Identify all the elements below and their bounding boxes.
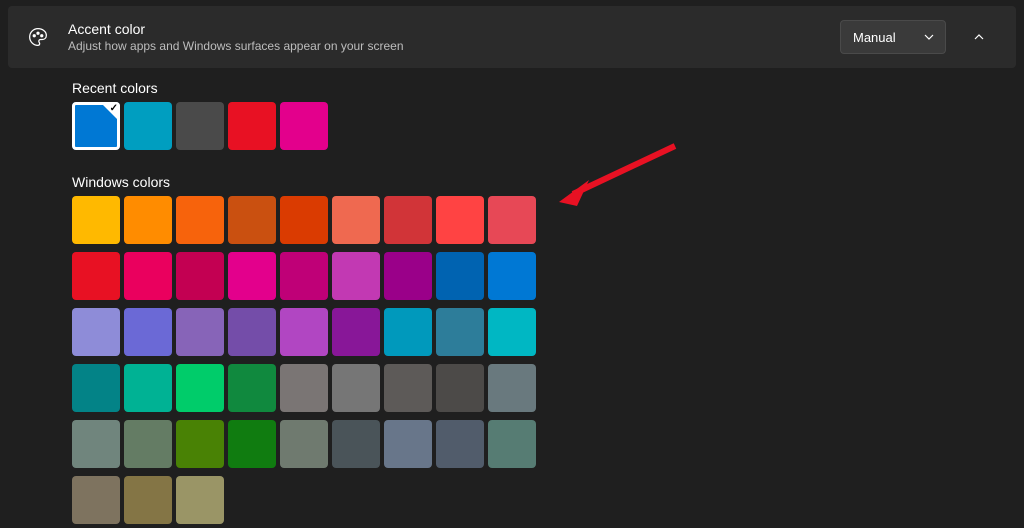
windows-color-swatch[interactable]	[488, 252, 536, 300]
windows-color-swatch[interactable]	[488, 196, 536, 244]
windows-colors-label: Windows colors	[72, 174, 1024, 190]
windows-color-swatch[interactable]	[332, 252, 380, 300]
windows-color-swatch[interactable]	[72, 252, 120, 300]
windows-color-swatch[interactable]	[332, 364, 380, 412]
accent-mode-dropdown[interactable]: Manual	[840, 20, 946, 54]
windows-color-swatch[interactable]	[124, 196, 172, 244]
windows-color-row	[72, 308, 1024, 356]
windows-color-swatch[interactable]	[384, 308, 432, 356]
windows-color-swatch[interactable]	[176, 420, 224, 468]
check-icon: ✓	[110, 103, 118, 114]
windows-color-swatch[interactable]	[488, 420, 536, 468]
dropdown-value: Manual	[853, 30, 896, 45]
recent-colors-row: ✓	[72, 102, 1024, 150]
windows-color-swatch[interactable]	[176, 364, 224, 412]
windows-color-swatch[interactable]	[384, 364, 432, 412]
windows-color-row	[72, 196, 1024, 244]
windows-color-swatch[interactable]	[124, 420, 172, 468]
windows-color-swatch[interactable]	[332, 420, 380, 468]
windows-color-swatch[interactable]	[228, 420, 276, 468]
recent-color-swatch[interactable]	[124, 102, 172, 150]
windows-color-swatch[interactable]	[436, 308, 484, 356]
header-title: Accent color	[68, 20, 840, 38]
windows-color-swatch[interactable]	[124, 364, 172, 412]
windows-color-swatch[interactable]	[228, 364, 276, 412]
windows-color-row	[72, 364, 1024, 412]
windows-color-swatch[interactable]	[72, 420, 120, 468]
windows-color-swatch[interactable]	[384, 420, 432, 468]
windows-color-row	[72, 420, 1024, 468]
windows-color-swatch[interactable]	[176, 476, 224, 524]
windows-color-swatch[interactable]	[72, 308, 120, 356]
windows-color-swatch[interactable]	[436, 196, 484, 244]
windows-color-swatch[interactable]	[384, 196, 432, 244]
windows-color-swatch[interactable]	[280, 364, 328, 412]
windows-color-swatch[interactable]	[228, 196, 276, 244]
windows-color-swatch[interactable]	[124, 308, 172, 356]
windows-color-swatch[interactable]	[488, 308, 536, 356]
accent-color-header[interactable]: Accent color Adjust how apps and Windows…	[8, 6, 1016, 68]
windows-color-swatch[interactable]	[384, 252, 432, 300]
windows-color-row	[72, 252, 1024, 300]
windows-color-swatch[interactable]	[176, 252, 224, 300]
windows-color-swatch[interactable]	[176, 308, 224, 356]
chevron-down-icon	[923, 31, 935, 43]
palette-icon	[26, 25, 50, 49]
recent-color-swatch[interactable]	[280, 102, 328, 150]
header-text: Accent color Adjust how apps and Windows…	[68, 20, 840, 54]
windows-color-row	[72, 476, 1024, 524]
recent-color-swatch[interactable]	[176, 102, 224, 150]
windows-color-swatch[interactable]	[332, 308, 380, 356]
windows-color-swatch[interactable]	[488, 364, 536, 412]
header-description: Adjust how apps and Windows surfaces app…	[68, 38, 840, 54]
windows-color-swatch[interactable]	[72, 476, 120, 524]
windows-color-swatch[interactable]	[280, 308, 328, 356]
chevron-up-icon	[973, 31, 985, 43]
windows-color-swatch[interactable]	[332, 196, 380, 244]
windows-color-swatch[interactable]	[124, 476, 172, 524]
windows-color-swatch[interactable]	[124, 252, 172, 300]
windows-color-swatch[interactable]	[228, 308, 276, 356]
windows-color-swatch[interactable]	[72, 364, 120, 412]
windows-color-swatch[interactable]	[280, 196, 328, 244]
windows-color-swatch[interactable]	[436, 420, 484, 468]
windows-color-swatch[interactable]	[228, 252, 276, 300]
windows-color-swatch[interactable]	[176, 196, 224, 244]
windows-color-swatch[interactable]	[72, 196, 120, 244]
recent-color-swatch[interactable]: ✓	[72, 102, 120, 150]
recent-colors-label: Recent colors	[72, 80, 1024, 96]
windows-color-swatch[interactable]	[436, 252, 484, 300]
recent-color-swatch[interactable]	[228, 102, 276, 150]
windows-colors-grid	[72, 196, 1024, 528]
windows-color-swatch[interactable]	[280, 420, 328, 468]
windows-color-swatch[interactable]	[436, 364, 484, 412]
collapse-button[interactable]	[962, 20, 996, 54]
windows-color-swatch[interactable]	[280, 252, 328, 300]
